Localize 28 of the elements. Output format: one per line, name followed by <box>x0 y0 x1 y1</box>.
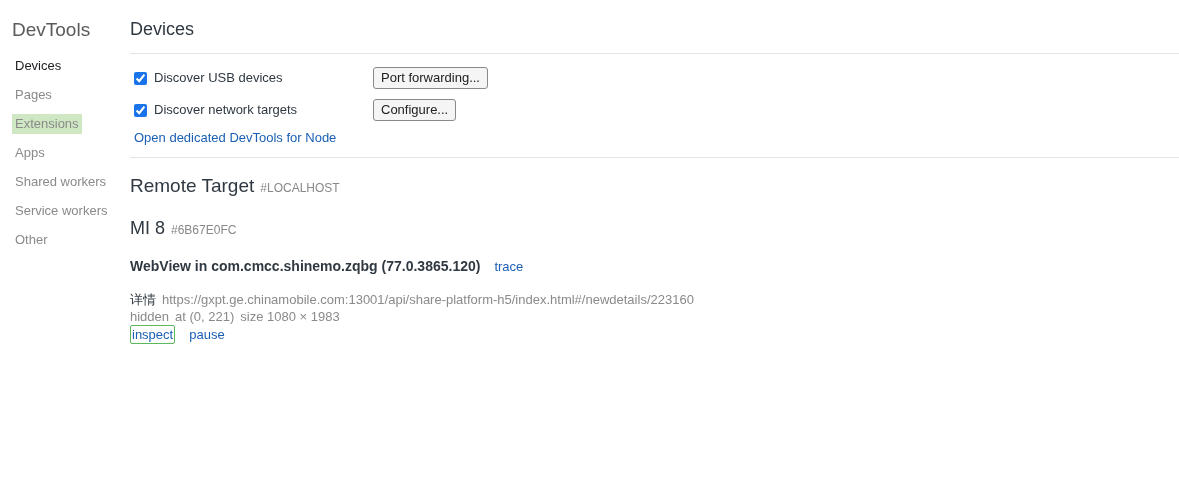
device-name: MI 8 <box>130 216 165 240</box>
sidebar-item[interactable]: Pages <box>12 85 55 105</box>
page-action-link[interactable]: inspect <box>130 324 176 344</box>
page-state: hidden <box>130 307 170 325</box>
sidebar-item[interactable]: Apps <box>12 143 48 163</box>
sidebar-item[interactable]: Devices <box>12 56 65 76</box>
trace-link[interactable]: trace <box>494 256 524 276</box>
page-position: at (0, 221) <box>175 307 235 325</box>
option-button[interactable]: Port forwarding... <box>373 67 488 89</box>
sidebar-title: DevTools <box>12 18 92 42</box>
sidebar-item[interactable]: Shared workers <box>12 172 110 192</box>
option-button[interactable]: Configure... <box>373 99 457 121</box>
page-action-link[interactable]: pause <box>187 324 227 344</box>
checkbox[interactable] <box>134 71 147 85</box>
sidebar-item[interactable]: Service workers <box>12 201 111 221</box>
host-tag: #LOCALHOST <box>260 179 340 197</box>
device-serial: #6B67E0FC <box>171 221 237 239</box>
checkbox-label: Discover USB devices <box>154 69 283 88</box>
checkbox[interactable] <box>134 103 147 117</box>
browser-title: WebView in com.cmcc.shinemo.zqbg (77.0.3865.120) <box>130 256 481 276</box>
page-url: https://gxpt.ge.chinamobile.com:13001/api/share-platform-h5/index.html#/newdetails/223160 <box>162 290 694 308</box>
checkbox-label: Discover network targets <box>154 101 298 120</box>
page-title: Devices <box>130 18 196 41</box>
page-name: 详情 <box>130 290 156 308</box>
page-size: size 1080 × 1983 <box>240 307 340 325</box>
sidebar-item[interactable]: Other <box>12 230 51 250</box>
node-devtools-link[interactable]: Open dedicated DevTools for Node <box>134 128 337 148</box>
section-title: Remote Target <box>130 174 255 198</box>
